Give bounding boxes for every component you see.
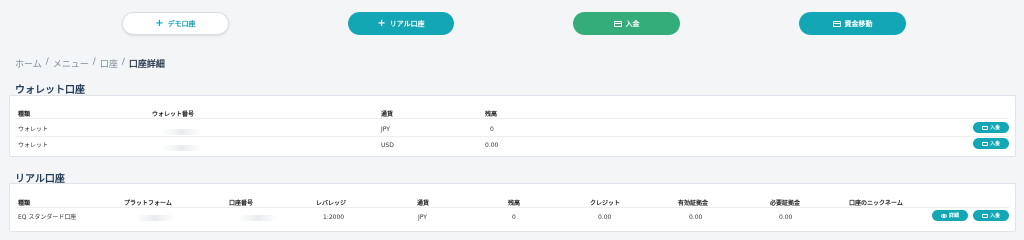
breadcrumb-separator: / (121, 57, 125, 67)
col-header-platform: プラットフォーム (124, 200, 172, 207)
breadcrumb: ホーム / メニュー / 口座 / 口座詳細 (15, 57, 165, 70)
row-divider (16, 118, 1009, 119)
wallet-currency: JPY (381, 126, 390, 133)
demo-account-label: デモ口座 (167, 19, 196, 28)
balance-value: 0 (512, 214, 516, 221)
wallet-type: ウォレット (18, 126, 49, 133)
breadcrumb-account[interactable]: 口座 (100, 57, 118, 70)
card-icon (832, 20, 841, 27)
real-deposit-button[interactable]: 入金 (973, 210, 1009, 221)
card-icon (613, 20, 622, 27)
wallet-section-title: ウォレット口座 (15, 85, 85, 96)
masked-wallet-number (162, 129, 202, 135)
card-icon (981, 141, 988, 146)
breadcrumb-current: 口座詳細 (128, 60, 165, 70)
account-type: EQ スタンダード口座 (18, 214, 77, 221)
fund-transfer-label: 資金移動 (844, 19, 873, 28)
breadcrumb-home[interactable]: ホーム (15, 57, 42, 70)
row-divider (16, 207, 1009, 208)
col-header-type: 種類 (18, 200, 31, 207)
wallet-deposit-button[interactable]: 入金 (973, 138, 1009, 149)
col-header-balance: 残高 (508, 200, 521, 207)
required-margin-value: 0.00 (779, 214, 793, 221)
card-icon (981, 213, 988, 218)
wallet-balance: 0.00 (485, 142, 499, 149)
detail-label: 詳細 (948, 213, 959, 219)
deposit-label: 入金 (625, 19, 640, 28)
currency-value: JPY (418, 214, 427, 221)
wallet-deposit-label: 入金 (989, 125, 1000, 131)
row-divider (16, 136, 1009, 137)
leverage-value: 1:2000 (323, 214, 345, 221)
col-header-free-margin: 有効証拠金 (678, 200, 709, 207)
eye-icon (940, 213, 947, 218)
breadcrumb-separator: / (92, 57, 96, 67)
col-header-credit: クレジット (590, 200, 621, 207)
plus-icon: + (377, 17, 386, 29)
col-header-type: 種類 (18, 111, 31, 118)
plus-icon: + (155, 17, 164, 29)
free-margin-value: 0.00 (689, 214, 703, 221)
col-header-currency: 通貨 (381, 111, 394, 118)
real-deposit-label: 入金 (989, 213, 1000, 219)
real-account-table: 種類 プラットフォーム 口座番号 レバレッジ 通貨 残高 クレジット 有効証拠金… (9, 183, 1016, 232)
wallet-currency: USD (381, 142, 394, 149)
col-header-leverage: レバレッジ (316, 200, 347, 207)
deposit-button[interactable]: 入金 (573, 12, 680, 35)
col-header-currency: 通貨 (417, 200, 430, 207)
wallet-type: ウォレット (18, 142, 49, 149)
wallet-deposit-button[interactable]: 入金 (973, 122, 1009, 133)
demo-account-button[interactable]: + デモ口座 (122, 12, 229, 35)
col-header-account-number: 口座番号 (229, 200, 254, 207)
wallet-balance: 0 (490, 126, 494, 133)
breadcrumb-separator: / (45, 57, 49, 67)
col-header-required-margin: 必要証拠金 (770, 200, 801, 207)
col-header-nickname: 口座のニックネーム (849, 200, 903, 207)
real-account-button[interactable]: + リアル口座 (348, 12, 454, 35)
masked-wallet-number (162, 145, 202, 151)
detail-button[interactable]: 詳細 (932, 210, 968, 221)
masked-platform (135, 215, 175, 221)
real-account-label: リアル口座 (389, 19, 425, 28)
breadcrumb-menu[interactable]: メニュー (53, 57, 89, 70)
col-header-balance: 残高 (485, 111, 498, 118)
wallet-deposit-label: 入金 (989, 141, 1000, 147)
card-icon (981, 125, 988, 130)
wallet-account-table: 種類 ウォレット番号 通貨 残高 ウォレット JPY 0 入金 ウォレット US… (9, 95, 1016, 157)
masked-account-number (238, 215, 278, 221)
credit-value: 0.00 (598, 214, 612, 221)
col-header-wallet-number: ウォレット番号 (152, 111, 195, 118)
fund-transfer-button[interactable]: 資金移動 (799, 12, 906, 35)
